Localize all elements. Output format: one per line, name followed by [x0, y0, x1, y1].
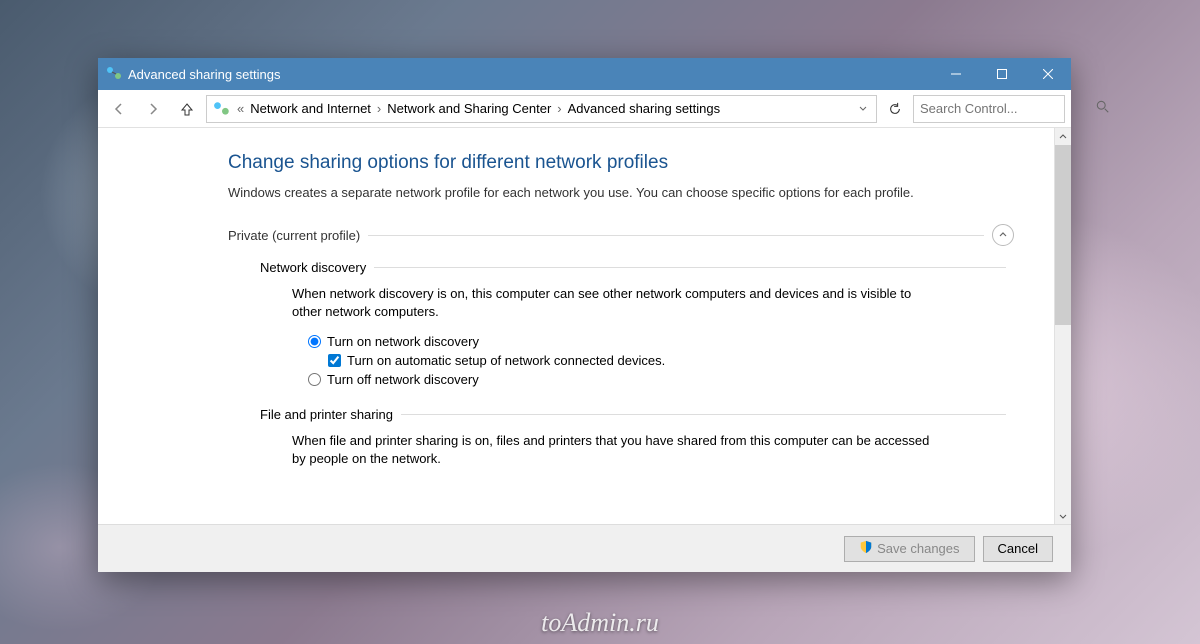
- cancel-button[interactable]: Cancel: [983, 536, 1053, 562]
- navigation-bar: « Network and Internet › Network and Sha…: [98, 90, 1071, 128]
- checkbox-auto-setup[interactable]: Turn on automatic setup of network conne…: [328, 351, 1014, 370]
- radio-turn-on-discovery-label: Turn on network discovery: [327, 334, 479, 349]
- radio-turn-on-discovery[interactable]: Turn on network discovery: [308, 332, 1014, 351]
- chevron-right-icon: ›: [375, 101, 383, 116]
- search-icon: [1096, 100, 1110, 117]
- section-rule: [374, 267, 1006, 268]
- content-wrapper: Change sharing options for different net…: [98, 128, 1071, 524]
- window-controls: [933, 58, 1071, 90]
- nav-forward-button[interactable]: [138, 95, 168, 123]
- save-changes-label: Save changes: [877, 541, 959, 556]
- chevron-right-icon: ›: [555, 101, 563, 116]
- page-description: Windows creates a separate network profi…: [228, 184, 968, 202]
- scroll-up-button[interactable]: [1055, 128, 1071, 145]
- breadcrumb-item-sharing-center[interactable]: Network and Sharing Center: [385, 99, 553, 118]
- close-button[interactable]: [1025, 58, 1071, 90]
- subsection-network-discovery: Network discovery When network discovery…: [260, 260, 1014, 388]
- scroll-thumb[interactable]: [1055, 145, 1071, 325]
- window: Advanced sharing settings: [98, 58, 1071, 572]
- search-input[interactable]: [920, 101, 1096, 116]
- checkbox-auto-setup-input[interactable]: [328, 354, 341, 367]
- network-icon: [106, 66, 122, 82]
- search-box[interactable]: [913, 95, 1065, 123]
- breadcrumb[interactable]: « Network and Internet › Network and Sha…: [206, 95, 877, 123]
- breadcrumb-prefix: «: [235, 101, 246, 116]
- breadcrumb-dropdown-icon[interactable]: [854, 101, 872, 116]
- subsection-file-printer-sharing: File and printer sharing When file and p…: [260, 407, 1014, 468]
- checkbox-auto-setup-label: Turn on automatic setup of network conne…: [347, 353, 665, 368]
- content-area: Change sharing options for different net…: [98, 128, 1054, 524]
- nav-up-button[interactable]: [172, 95, 202, 123]
- scroll-down-button[interactable]: [1055, 507, 1071, 524]
- radio-turn-off-discovery-input[interactable]: [308, 373, 321, 386]
- file-printer-description: When file and printer sharing is on, fil…: [292, 432, 932, 468]
- network-discovery-title: Network discovery: [260, 260, 366, 275]
- nav-back-button[interactable]: [104, 95, 134, 123]
- radio-turn-off-discovery[interactable]: Turn off network discovery: [308, 370, 1014, 389]
- network-discovery-description: When network discovery is on, this compu…: [292, 285, 932, 321]
- radio-turn-off-discovery-label: Turn off network discovery: [327, 372, 479, 387]
- titlebar[interactable]: Advanced sharing settings: [98, 58, 1071, 90]
- breadcrumb-item-network[interactable]: Network and Internet: [248, 99, 373, 118]
- network-discovery-options: Turn on network discovery Turn on automa…: [308, 332, 1014, 389]
- section-rule: [401, 414, 1006, 415]
- section-private-label: Private (current profile): [228, 228, 360, 243]
- cancel-label: Cancel: [998, 541, 1038, 556]
- watermark-text: toAdmin.ru: [541, 608, 659, 638]
- window-title: Advanced sharing settings: [128, 67, 933, 82]
- section-private-header: Private (current profile): [228, 224, 1014, 246]
- shield-icon: [859, 540, 873, 557]
- button-bar: Save changes Cancel: [98, 524, 1071, 572]
- maximize-button[interactable]: [979, 58, 1025, 90]
- minimize-button[interactable]: [933, 58, 979, 90]
- radio-turn-on-discovery-input[interactable]: [308, 335, 321, 348]
- refresh-button[interactable]: [881, 95, 909, 123]
- section-rule: [368, 235, 984, 236]
- page-title: Change sharing options for different net…: [228, 152, 1014, 174]
- network-folder-icon: [213, 100, 231, 118]
- collapse-button[interactable]: [992, 224, 1014, 246]
- breadcrumb-item-advanced[interactable]: Advanced sharing settings: [566, 99, 722, 118]
- vertical-scrollbar[interactable]: [1054, 128, 1071, 524]
- file-printer-title: File and printer sharing: [260, 407, 393, 422]
- save-changes-button[interactable]: Save changes: [844, 536, 974, 562]
